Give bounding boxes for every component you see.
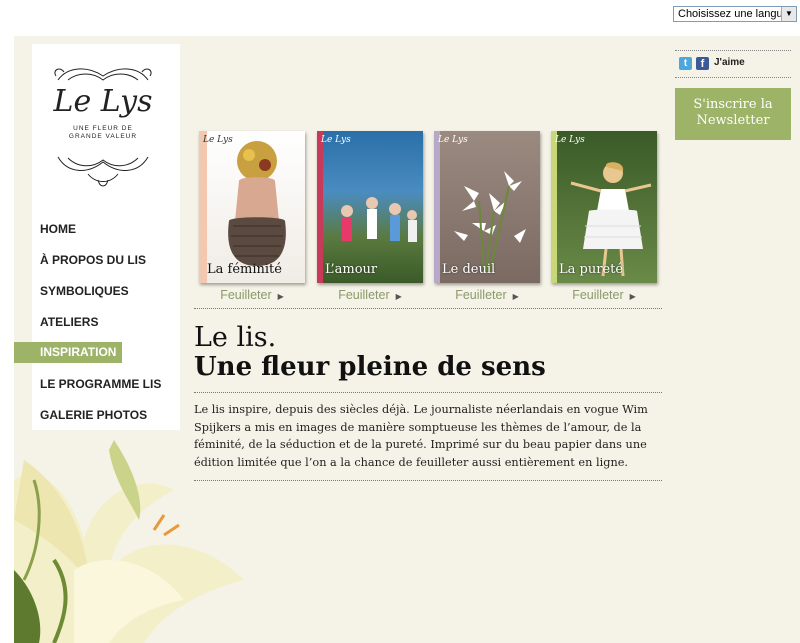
nav-item-programme-lis[interactable]: LE PROGRAMME LIS xyxy=(14,373,180,404)
book-title-amour: L’amour xyxy=(325,262,378,277)
divider xyxy=(675,77,791,78)
social-bar: t f J'aime xyxy=(677,55,791,75)
newsletter-label-line-2: Newsletter xyxy=(696,113,770,128)
site-logo[interactable]: Le Lys UNE FLEUR DE GRANDE VALEUR xyxy=(48,62,158,192)
logo-tagline-line-2: GRANDE VALEUR xyxy=(68,133,138,140)
book-cover-purete-image xyxy=(551,131,652,283)
divider xyxy=(194,480,662,481)
twitter-icon[interactable]: t xyxy=(679,57,692,70)
divider xyxy=(675,50,791,51)
feuilleter-link-purete[interactable]: Feuilleter ▶ xyxy=(551,288,657,302)
book-gallery: Le Lys La féminité Le Lys L’amour Le Lys xyxy=(199,131,659,311)
feuilleter-link-feminite[interactable]: Feuilleter ▶ xyxy=(199,288,305,302)
divider xyxy=(194,392,662,393)
play-arrow-icon: ▶ xyxy=(512,292,519,301)
book-title-feminite: La féminité xyxy=(207,262,282,277)
play-arrow-icon: ▶ xyxy=(395,292,402,301)
book-cover-feminite-image xyxy=(199,131,286,283)
nav-item-home[interactable]: HOME xyxy=(14,218,180,249)
book-title-deuil: Le deuil xyxy=(442,262,496,277)
book-amour[interactable]: Le Lys L’amour xyxy=(317,131,423,283)
chevron-down-icon[interactable]: ▼ xyxy=(781,7,796,21)
book-mini-logo: Le Lys xyxy=(203,135,233,145)
logo-name: Le Lys xyxy=(53,84,153,119)
like-button[interactable]: J'aime xyxy=(714,57,745,68)
book-purete[interactable]: Le Lys La pureté xyxy=(551,131,657,283)
logo-tagline-line-1: UNE FLEUR DE xyxy=(73,125,133,132)
logo-tagline: UNE FLEUR DE GRANDE VALEUR xyxy=(48,125,158,141)
play-arrow-icon: ▶ xyxy=(277,292,284,301)
feuilleter-label: Feuilleter xyxy=(455,288,507,302)
feuilleter-link-amour[interactable]: Feuilleter ▶ xyxy=(317,288,423,302)
book-cover-deuil-image xyxy=(434,131,526,283)
main-nav: HOME À PROPOS DU LIS SYMBOLIQUES ATELIER… xyxy=(14,218,180,435)
nav-item-ateliers[interactable]: ATELIERS xyxy=(14,311,180,342)
divider xyxy=(194,308,662,309)
book-cover-amour-image xyxy=(317,131,417,283)
page-title-line-1: Le lis. xyxy=(194,322,277,353)
book-deuil[interactable]: Le Lys Le deuil xyxy=(434,131,540,283)
book-title-purete: La pureté xyxy=(559,262,624,277)
book-mini-logo: Le Lys xyxy=(555,135,585,145)
nav-item-symboliques[interactable]: SYMBOLIQUES xyxy=(14,280,180,311)
play-arrow-icon: ▶ xyxy=(629,292,636,301)
language-select-value: Choisissez une langue xyxy=(678,8,789,20)
newsletter-button[interactable]: S'inscrire la Newsletter xyxy=(675,88,791,140)
feuilleter-label: Feuilleter xyxy=(220,288,272,302)
feuilleter-label: Feuilleter xyxy=(572,288,624,302)
page-title-line-2: Une fleur pleine de sens xyxy=(194,352,546,382)
nav-item-a-propos[interactable]: À PROPOS DU LIS xyxy=(14,249,180,280)
newsletter-label-line-1: S'inscrire la xyxy=(693,97,773,112)
feuilleter-label: Feuilleter xyxy=(338,288,390,302)
intro-paragraph: Le lis inspire, depuis des siècles déjà.… xyxy=(194,403,648,469)
book-mini-logo: Le Lys xyxy=(321,135,351,145)
nav-item-inspiration[interactable]: INSPIRATION xyxy=(14,342,122,363)
book-feminite[interactable]: Le Lys La féminité xyxy=(199,131,305,283)
feuilleter-link-deuil[interactable]: Feuilleter ▶ xyxy=(434,288,540,302)
language-select[interactable]: Choisissez une langue ▼ xyxy=(673,6,797,22)
book-mini-logo: Le Lys xyxy=(438,135,468,145)
facebook-icon[interactable]: f xyxy=(696,57,709,70)
